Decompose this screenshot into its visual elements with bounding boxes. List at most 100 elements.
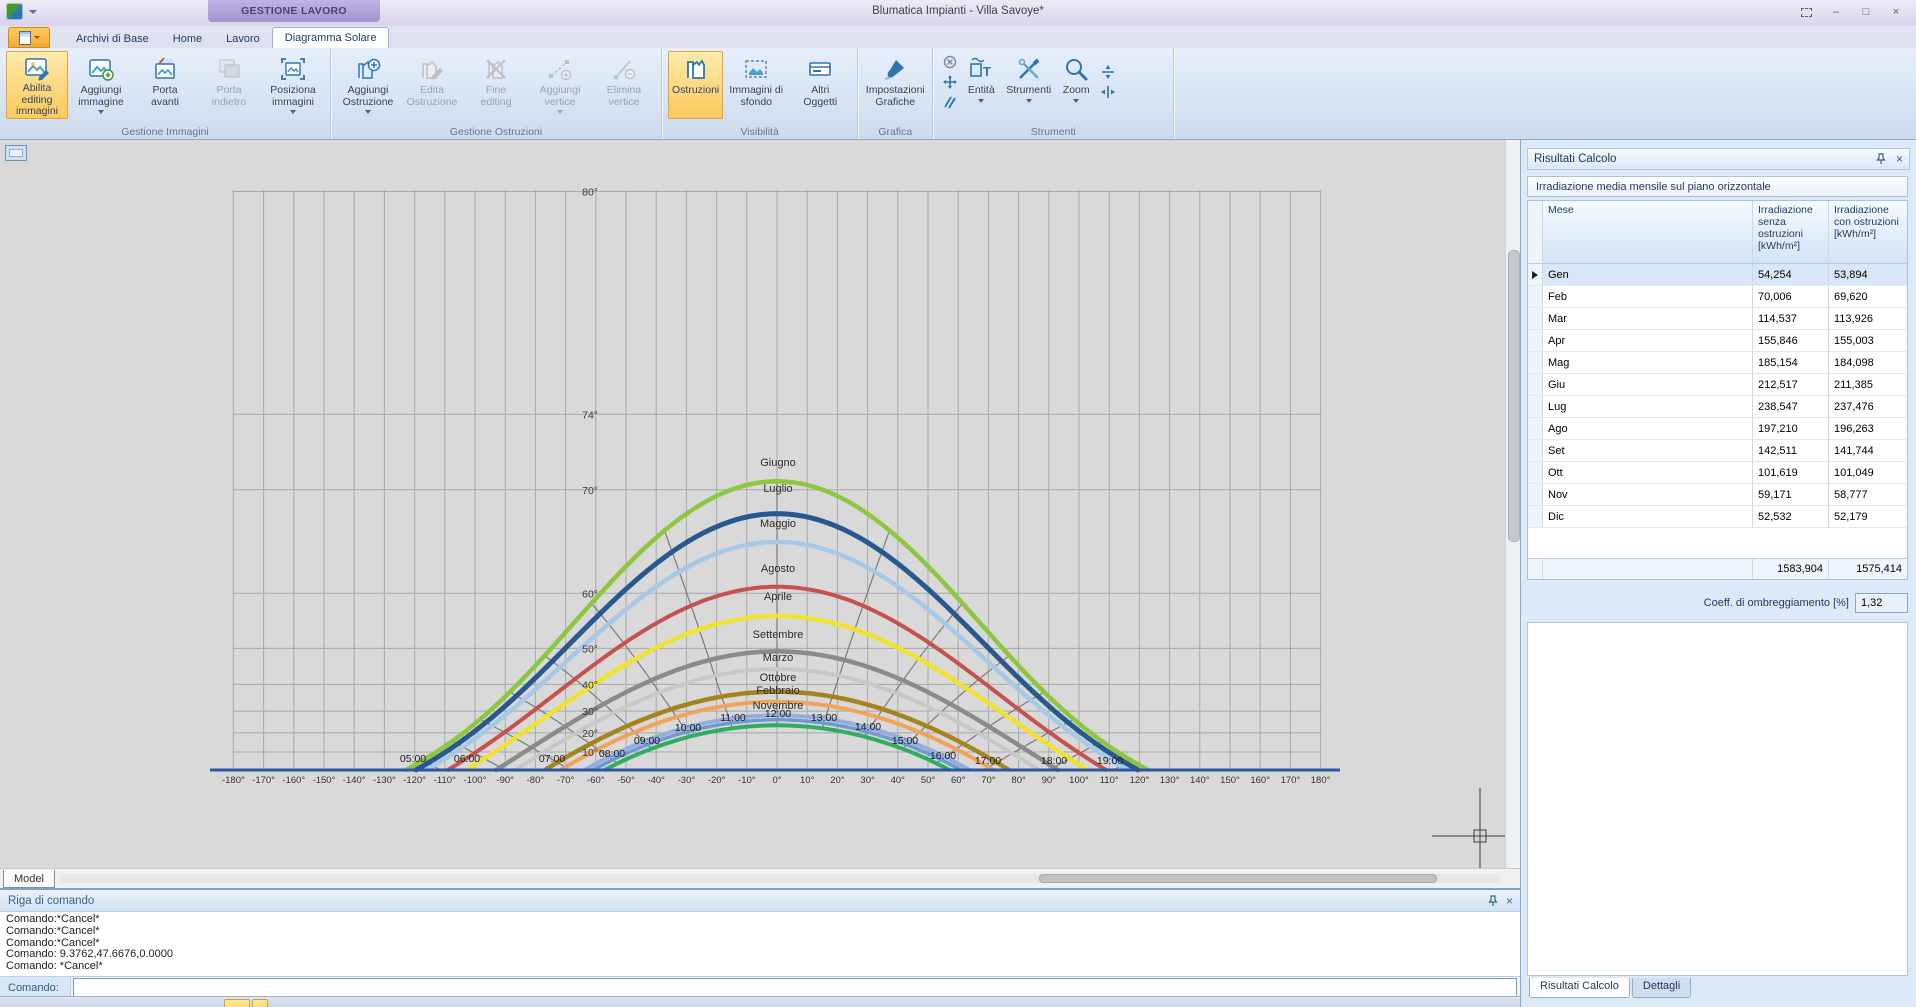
- svg-text:-110°: -110°: [434, 775, 456, 786]
- button-label: Abilita editing immagini: [10, 83, 64, 118]
- table-row[interactable]: Lug238,547237,476: [1528, 396, 1907, 418]
- tab-dettagli[interactable]: Dettagli: [1632, 978, 1691, 998]
- svg-text:0°: 0°: [772, 775, 781, 786]
- app-logo-icon: [6, 3, 23, 20]
- table-row[interactable]: Mag185,154184,098: [1528, 352, 1907, 374]
- group-label: Visibilità: [662, 126, 857, 138]
- abilita-editing-immagini-button[interactable]: Abilita editing immagini: [6, 51, 68, 119]
- pin-icon[interactable]: [1876, 153, 1886, 165]
- table-row[interactable]: Giu212,517211,385: [1528, 374, 1907, 396]
- impostazioni-grafiche-button[interactable]: Impostazioni Grafiche: [864, 51, 926, 119]
- svg-text:Marzo: Marzo: [763, 652, 794, 664]
- table-row[interactable]: Gen54,25453,894: [1528, 264, 1907, 286]
- row-marker-cell: [1528, 418, 1543, 439]
- entita-button[interactable]: T Entità: [962, 51, 1000, 119]
- application-menu-button[interactable]: [8, 27, 50, 48]
- row-marker-cell: [1528, 264, 1543, 285]
- command-input[interactable]: [73, 978, 1517, 997]
- command-log[interactable]: Comando:*Cancel*Comando:*Cancel*Comando:…: [0, 912, 1521, 977]
- obstruction-add-icon: [355, 55, 381, 83]
- chevron-down-icon: [1073, 99, 1079, 103]
- current-row-icon: [1532, 271, 1538, 279]
- svg-text:-30°: -30°: [678, 775, 696, 786]
- header-marker-cell: [1528, 201, 1543, 263]
- table-row[interactable]: Ago197,210196,263: [1528, 418, 1907, 440]
- ostruzioni-toggle-button[interactable]: Ostruzioni: [668, 51, 723, 119]
- button-label: Impostazioni Grafiche: [866, 85, 925, 108]
- table-row[interactable]: Mar114,537113,926: [1528, 308, 1907, 330]
- canvas-vertical-scrollbar[interactable]: [1505, 140, 1521, 868]
- strumenti-button[interactable]: Strumenti: [1002, 51, 1055, 119]
- porta-avanti-button[interactable]: Porta avanti: [134, 51, 196, 119]
- svg-text:74°: 74°: [582, 409, 598, 421]
- zoom-button[interactable]: Zoom: [1057, 51, 1095, 119]
- cell-mese: Set: [1543, 440, 1753, 461]
- table-row[interactable]: Nov59,17158,777: [1528, 484, 1907, 506]
- button-label: Porta indietro: [202, 85, 256, 108]
- canvas-horizontal-scrollbar[interactable]: [60, 874, 1500, 883]
- tab-archivi-di-base[interactable]: Archivi di Base: [64, 29, 161, 48]
- svg-text:-130°: -130°: [373, 775, 396, 786]
- cell-senza: 238,547: [1753, 396, 1829, 417]
- tab-risultati-calcolo[interactable]: Risultati Calcolo: [1529, 978, 1630, 998]
- command-log-line: Comando: *Cancel*: [6, 961, 1515, 973]
- total-senza: 1583,904: [1753, 559, 1829, 579]
- vertical-scrollbar-thumb[interactable]: [1508, 250, 1520, 542]
- fullscreen-icon[interactable]: [1794, 3, 1818, 21]
- horizontal-distribute-icon[interactable]: [1099, 84, 1116, 101]
- svg-text:-20°: -20°: [708, 775, 726, 786]
- command-panel-header[interactable]: Riga di comando ×: [0, 890, 1521, 912]
- hatch-pen-icon[interactable]: [941, 94, 958, 111]
- close-icon[interactable]: ×: [1506, 894, 1513, 908]
- column-header-mese[interactable]: Mese: [1543, 201, 1753, 263]
- svg-text:-40°: -40°: [647, 775, 665, 786]
- table-row[interactable]: Dic52,53252,179: [1528, 506, 1907, 528]
- command-panel: Riga di comando × Comando:*Cancel*Comand…: [0, 888, 1521, 996]
- magnifier-icon: [1063, 55, 1089, 83]
- tab-diagramma-solare[interactable]: Diagramma Solare: [272, 27, 390, 48]
- drawing-canvas[interactable]: -180°-170°-160°-150°-140°-130°-120°-110°…: [0, 140, 1505, 868]
- table-row[interactable]: Feb70,00669,620: [1528, 286, 1907, 308]
- quick-access-dropdown-icon[interactable]: [29, 10, 37, 14]
- group-gestione-immagini: Abilita editing immagini Aggiungi immagi…: [0, 48, 331, 139]
- command-panel-title: Riga di comando: [8, 895, 94, 907]
- cell-senza: 101,619: [1753, 462, 1829, 483]
- close-button[interactable]: ×: [1884, 3, 1908, 21]
- command-log-line: Comando:*Cancel*: [6, 938, 1515, 950]
- minimize-button[interactable]: –: [1824, 3, 1848, 21]
- altri-oggetti-button[interactable]: Altri Oggetti: [789, 51, 851, 119]
- cancel-entity-icon[interactable]: [941, 54, 958, 71]
- vertical-distribute-icon[interactable]: [1099, 64, 1116, 81]
- close-icon[interactable]: ×: [1896, 152, 1903, 166]
- row-marker-cell: [1528, 352, 1543, 373]
- results-table-header: Mese Irradiazione senza ostruzioni [kWh/…: [1528, 201, 1907, 264]
- cell-senza: 59,171: [1753, 484, 1829, 505]
- layout-icon[interactable]: [5, 145, 27, 161]
- immagini-di-sfondo-button[interactable]: Immagini di sfondo: [725, 51, 787, 119]
- pin-icon[interactable]: [1488, 895, 1498, 907]
- entity-icon: T: [968, 55, 994, 83]
- status-toggle-button[interactable]: [224, 999, 250, 1007]
- svg-text:Maggio: Maggio: [760, 518, 796, 530]
- cell-senza: 114,537: [1753, 308, 1829, 329]
- status-toggle-button[interactable]: [252, 999, 268, 1007]
- move-icon[interactable]: [941, 74, 958, 91]
- tab-lavoro[interactable]: Lavoro: [214, 29, 272, 48]
- table-row[interactable]: Apr155,846155,003: [1528, 330, 1907, 352]
- table-row[interactable]: Set142,511141,744: [1528, 440, 1907, 462]
- horizontal-scrollbar-thumb[interactable]: [1039, 874, 1437, 883]
- cell-mese: Mar: [1543, 308, 1753, 329]
- column-header-senza[interactable]: Irradiazione senza ostruzioni [kWh/m²]: [1753, 201, 1829, 263]
- posiziona-immagini-button[interactable]: Posiziona immagini: [262, 51, 324, 119]
- column-header-con[interactable]: Irradiazione con ostruzioni [kWh/m²]: [1829, 201, 1907, 263]
- button-label: Ostruzioni: [672, 85, 719, 97]
- table-row[interactable]: Ott101,619101,049: [1528, 462, 1907, 484]
- svg-text:06:00: 06:00: [454, 753, 480, 765]
- aggiungi-immagine-button[interactable]: Aggiungi immagine: [70, 51, 132, 119]
- cell-con: 113,926: [1829, 308, 1907, 329]
- restore-button[interactable]: □: [1854, 3, 1878, 21]
- aggiungi-ostruzione-button[interactable]: Aggiungi Ostruzione: [337, 51, 399, 119]
- model-tab[interactable]: Model: [3, 870, 55, 888]
- chevron-down-icon: [98, 110, 104, 114]
- tab-home[interactable]: Home: [161, 29, 214, 48]
